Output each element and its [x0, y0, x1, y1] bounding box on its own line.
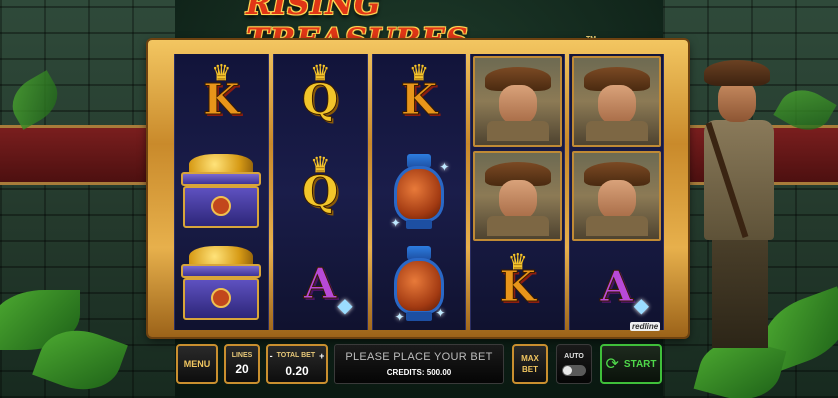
status-message: PLEASE PLACE YOUR BET [345, 351, 493, 363]
credits-display: CREDITS: 500.00 [386, 368, 452, 377]
autoplay-control[interactable]: AUTO [556, 344, 592, 384]
reel-cell: A ◆ [570, 243, 663, 330]
reel-cell: ♛ Q [274, 146, 367, 238]
hero-legs [712, 238, 768, 348]
reel-1: ♛ K [174, 54, 269, 330]
treasure-chest-icon [179, 246, 263, 322]
explorer-face [597, 180, 636, 220]
treasure-chest-icon [179, 154, 263, 230]
crown-icon: ♛ [310, 60, 331, 85]
reel-cell [572, 150, 661, 242]
reel-cell [473, 150, 563, 242]
provider-logo: redline [630, 322, 661, 331]
lines-button[interactable]: LINES 20 [224, 344, 260, 384]
start-button[interactable]: ⟳ START [600, 344, 662, 384]
reel-cell [473, 56, 563, 147]
game-logo: RISING TREASURES [246, 0, 468, 58]
total-bet-header: - TOTAL BET + [270, 351, 325, 361]
bet-decrease-button[interactable]: - [270, 351, 273, 361]
reel-4: ♛ K [470, 54, 566, 330]
crown-icon: ♛ [211, 60, 232, 85]
max-bet-button[interactable]: MAX BET [512, 344, 548, 384]
sparkle-icon: ✦ [439, 160, 450, 174]
hero-head [718, 80, 756, 122]
explorer-shirt [486, 121, 549, 142]
message-panel: PLEASE PLACE YOUR BET CREDITS: 500.00 [334, 344, 504, 384]
reel-cell: ♛ Q [274, 54, 367, 146]
autoplay-toggle[interactable] [562, 364, 586, 376]
diamond-icon: ◆ [337, 295, 353, 317]
reel-2: ♛ Q ♛ Q A ◆ [272, 54, 368, 330]
reel-cell: ♛ K [175, 54, 268, 146]
explorer-character [686, 58, 790, 348]
explorer-face [498, 180, 537, 220]
refresh-icon: ⟳ [605, 356, 619, 373]
reel-cell: ✦ ✦ [373, 146, 466, 238]
reel-cell: ♛ K [471, 243, 564, 330]
sparkle-icon: ✦ [394, 310, 405, 324]
chest-lid [181, 264, 262, 278]
diamond-icon: ◆ [633, 295, 649, 318]
symbol-letter: A [303, 259, 337, 308]
reel-cell: A ◆ [274, 238, 367, 330]
total-bet-value: 0.20 [285, 363, 309, 378]
start-label: START [623, 358, 657, 370]
lines-label: LINES [231, 352, 253, 359]
reel-cell [175, 146, 268, 238]
explorer-icon [481, 156, 555, 236]
vase-base [405, 220, 432, 229]
total-bet-label: TOTAL BET [276, 352, 316, 359]
reel-cell: ✦ ✦ [373, 238, 466, 330]
sparkle-icon: ✦ [435, 306, 446, 320]
reel-3: ♛ K ✦ ✦ ✦ ✦ [371, 54, 467, 330]
bet-increase-button[interactable]: + [319, 351, 324, 361]
auto-label: AUTO [564, 352, 584, 360]
explorer-face [498, 85, 537, 126]
reel-grid: ♛ K ♛ Q ♛ Q A ◆ ♛ K ✦ ✦ ✦ ✦ ♛ K A ◆ [174, 54, 664, 330]
crown-icon: ♛ [409, 60, 429, 85]
explorer-shirt [585, 216, 648, 236]
explorer-icon [580, 61, 654, 142]
reel-cell [175, 238, 268, 330]
menu-button[interactable]: MENU [176, 344, 218, 384]
hero-hat [704, 60, 770, 86]
explorer-icon [481, 61, 555, 142]
chest-lid [181, 172, 262, 186]
crown-icon: ♛ [507, 249, 528, 275]
reel-5: A ◆ [569, 54, 664, 330]
sparkle-icon: ✦ [390, 216, 401, 230]
total-bet-control: - TOTAL BET + 0.20 [266, 344, 328, 384]
explorer-shirt [585, 121, 648, 142]
reel-cell [572, 56, 661, 147]
max-bet-label-line2: BET [522, 365, 538, 374]
explorer-face [597, 85, 636, 126]
explorer-shirt [486, 216, 549, 236]
max-bet-label-line1: MAX [521, 354, 539, 363]
vase-base [405, 312, 432, 321]
reel-cell: ♛ K [373, 54, 466, 146]
crown-icon: ♛ [310, 152, 331, 177]
vase-body [393, 166, 444, 222]
lines-value: 20 [235, 362, 249, 376]
symbol-letter: A [600, 261, 634, 311]
explorer-icon [580, 156, 654, 236]
